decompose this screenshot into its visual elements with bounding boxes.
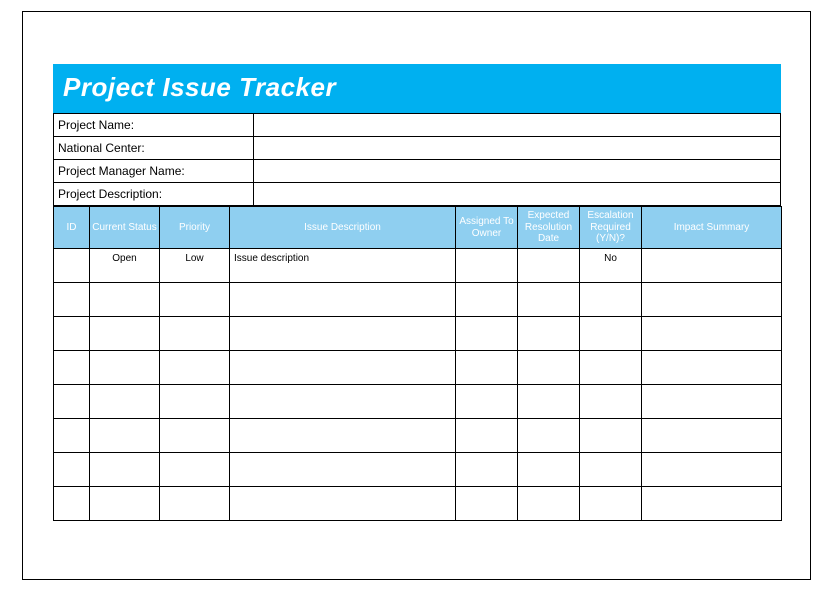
cell-priority[interactable] bbox=[160, 385, 230, 419]
meta-value-project-name[interactable] bbox=[254, 114, 781, 137]
cell-impact-summary[interactable] bbox=[642, 351, 782, 385]
content-area: Project Issue Tracker Project Name: Nati… bbox=[53, 64, 781, 521]
cell-current-status[interactable] bbox=[90, 487, 160, 521]
cell-id[interactable] bbox=[54, 283, 90, 317]
cell-impact-summary[interactable] bbox=[642, 419, 782, 453]
cell-priority[interactable] bbox=[160, 487, 230, 521]
col-header-current-status: Current Status bbox=[90, 207, 160, 249]
cell-escalation-required[interactable] bbox=[580, 419, 642, 453]
cell-issue-description[interactable] bbox=[230, 351, 456, 385]
cell-current-status[interactable]: Open bbox=[90, 249, 160, 283]
meta-table: Project Name: National Center: Project M… bbox=[53, 113, 781, 206]
cell-current-status[interactable] bbox=[90, 317, 160, 351]
col-header-escalation-required: Escalation Required (Y/N)? bbox=[580, 207, 642, 249]
cell-id[interactable] bbox=[54, 385, 90, 419]
cell-expected-resolution-date[interactable] bbox=[518, 487, 580, 521]
table-row bbox=[54, 385, 782, 419]
cell-impact-summary[interactable] bbox=[642, 453, 782, 487]
cell-escalation-required[interactable] bbox=[580, 487, 642, 521]
cell-escalation-required[interactable] bbox=[580, 283, 642, 317]
page-frame: Project Issue Tracker Project Name: Nati… bbox=[22, 11, 811, 580]
cell-priority[interactable]: Low bbox=[160, 249, 230, 283]
cell-impact-summary[interactable] bbox=[642, 249, 782, 283]
cell-issue-description[interactable]: Issue description bbox=[230, 249, 456, 283]
meta-value-project-description[interactable] bbox=[254, 183, 781, 206]
cell-escalation-required[interactable] bbox=[580, 385, 642, 419]
cell-id[interactable] bbox=[54, 351, 90, 385]
cell-priority[interactable] bbox=[160, 419, 230, 453]
cell-issue-description[interactable] bbox=[230, 419, 456, 453]
cell-assigned-to-owner[interactable] bbox=[456, 385, 518, 419]
cell-expected-resolution-date[interactable] bbox=[518, 283, 580, 317]
cell-assigned-to-owner[interactable] bbox=[456, 351, 518, 385]
table-row bbox=[54, 419, 782, 453]
table-row: OpenLowIssue description No bbox=[54, 249, 782, 283]
cell-priority[interactable] bbox=[160, 351, 230, 385]
cell-assigned-to-owner[interactable] bbox=[456, 317, 518, 351]
col-header-assigned-to-owner: Assigned To Owner bbox=[456, 207, 518, 249]
cell-priority[interactable] bbox=[160, 453, 230, 487]
cell-id[interactable] bbox=[54, 453, 90, 487]
cell-escalation-required[interactable] bbox=[580, 453, 642, 487]
meta-label-project-manager: Project Manager Name: bbox=[54, 160, 254, 183]
cell-id[interactable] bbox=[54, 419, 90, 453]
col-header-expected-resolution-date: Expected Resolution Date bbox=[518, 207, 580, 249]
cell-impact-summary[interactable] bbox=[642, 487, 782, 521]
col-header-impact-summary: Impact Summary bbox=[642, 207, 782, 249]
table-row bbox=[54, 351, 782, 385]
cell-priority[interactable] bbox=[160, 317, 230, 351]
page-title: Project Issue Tracker bbox=[53, 64, 781, 113]
cell-current-status[interactable] bbox=[90, 419, 160, 453]
cell-impact-summary[interactable] bbox=[642, 317, 782, 351]
cell-expected-resolution-date[interactable] bbox=[518, 385, 580, 419]
cell-impact-summary[interactable] bbox=[642, 283, 782, 317]
meta-value-national-center[interactable] bbox=[254, 137, 781, 160]
cell-id[interactable] bbox=[54, 487, 90, 521]
col-header-id: ID bbox=[54, 207, 90, 249]
meta-label-national-center: National Center: bbox=[54, 137, 254, 160]
cell-current-status[interactable] bbox=[90, 283, 160, 317]
table-row bbox=[54, 487, 782, 521]
cell-expected-resolution-date[interactable] bbox=[518, 419, 580, 453]
meta-value-project-manager[interactable] bbox=[254, 160, 781, 183]
cell-issue-description[interactable] bbox=[230, 487, 456, 521]
cell-escalation-required[interactable] bbox=[580, 351, 642, 385]
cell-assigned-to-owner[interactable] bbox=[456, 283, 518, 317]
cell-priority[interactable] bbox=[160, 283, 230, 317]
cell-assigned-to-owner[interactable] bbox=[456, 419, 518, 453]
cell-issue-description[interactable] bbox=[230, 283, 456, 317]
cell-expected-resolution-date[interactable] bbox=[518, 249, 580, 283]
table-row bbox=[54, 317, 782, 351]
cell-issue-description[interactable] bbox=[230, 317, 456, 351]
cell-current-status[interactable] bbox=[90, 351, 160, 385]
table-header-row: ID Current Status Priority Issue Descrip… bbox=[54, 207, 782, 249]
col-header-issue-description: Issue Description bbox=[230, 207, 456, 249]
cell-assigned-to-owner[interactable] bbox=[456, 487, 518, 521]
col-header-priority: Priority bbox=[160, 207, 230, 249]
cell-id[interactable] bbox=[54, 317, 90, 351]
table-row bbox=[54, 453, 782, 487]
cell-escalation-required[interactable] bbox=[580, 317, 642, 351]
cell-issue-description[interactable] bbox=[230, 453, 456, 487]
meta-label-project-name: Project Name: bbox=[54, 114, 254, 137]
cell-id[interactable] bbox=[54, 249, 90, 283]
cell-escalation-required[interactable]: No bbox=[580, 249, 642, 283]
cell-assigned-to-owner[interactable] bbox=[456, 249, 518, 283]
cell-current-status[interactable] bbox=[90, 453, 160, 487]
table-row bbox=[54, 283, 782, 317]
cell-issue-description[interactable] bbox=[230, 385, 456, 419]
cell-expected-resolution-date[interactable] bbox=[518, 317, 580, 351]
cell-current-status[interactable] bbox=[90, 385, 160, 419]
cell-impact-summary[interactable] bbox=[642, 385, 782, 419]
issue-table: ID Current Status Priority Issue Descrip… bbox=[53, 206, 782, 521]
cell-expected-resolution-date[interactable] bbox=[518, 453, 580, 487]
cell-assigned-to-owner[interactable] bbox=[456, 453, 518, 487]
cell-expected-resolution-date[interactable] bbox=[518, 351, 580, 385]
meta-label-project-description: Project Description: bbox=[54, 183, 254, 206]
